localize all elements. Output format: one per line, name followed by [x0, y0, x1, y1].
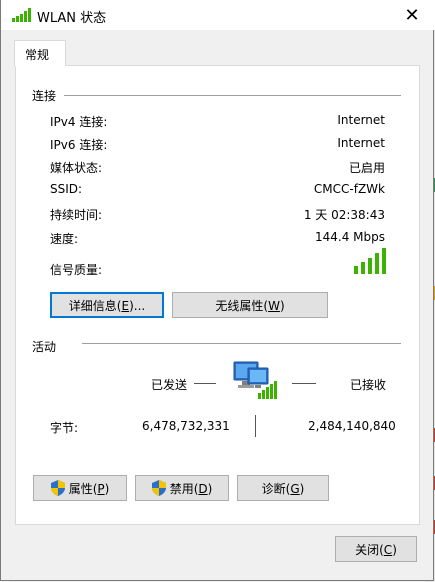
title-bar[interactable]: WLAN 状态 ✕: [1, 0, 435, 30]
sent-connector: [194, 383, 216, 384]
uac-shield-icon: [151, 480, 166, 496]
wlan-status-dialog: WLAN 状态 ✕ 常规 连接 IPv4 连接: Internet IPv6 连…: [0, 0, 435, 581]
duration-label: 持续时间:: [50, 208, 103, 222]
tab-general[interactable]: 常规: [14, 40, 66, 66]
received-label: 已接收: [350, 378, 387, 392]
received-connector: [292, 383, 316, 384]
signal-quality-label: 信号质量:: [50, 263, 103, 277]
sent-label: 已发送: [151, 378, 188, 392]
media-state-label: 媒体状态:: [50, 161, 103, 175]
signal-strength-icon: [354, 248, 386, 274]
properties-button[interactable]: 属性(P): [33, 475, 127, 501]
activity-divider: [82, 343, 401, 344]
uac-shield-icon: [50, 480, 65, 496]
details-button[interactable]: 详细信息(E)...: [50, 292, 164, 318]
duration-value: 1 天 02:38:43: [303, 208, 385, 222]
ssid-value: CMCC-fZWk: [313, 182, 385, 196]
details-button-label: 详细信息(E)...: [68, 298, 146, 313]
properties-button-label: 属性(P): [68, 481, 110, 496]
media-state-value: 已启用: [348, 161, 385, 175]
disable-button[interactable]: 禁用(D): [135, 475, 229, 501]
wireless-properties-button-label: 无线属性(W): [215, 298, 285, 313]
ipv6-value: Internet: [337, 136, 385, 150]
connection-divider: [64, 95, 401, 96]
connection-section-label: 连接: [32, 89, 57, 103]
speed-label: 速度:: [50, 232, 79, 246]
ssid-label: SSID:: [50, 182, 83, 196]
bytes-received-value: 2,484,140,840: [308, 419, 396, 433]
ipv4-label: IPv4 连接:: [50, 115, 108, 129]
diagnose-button[interactable]: 诊断(G): [237, 475, 329, 501]
window-title: WLAN 状态: [37, 11, 107, 26]
close-button-label: 关闭(C): [355, 542, 397, 557]
speed-value: 144.4 Mbps: [314, 230, 385, 244]
tab-label: 常规: [25, 48, 50, 62]
activity-section-label: 活动: [32, 340, 57, 354]
wireless-properties-button[interactable]: 无线属性(W): [172, 292, 328, 318]
wifi-signal-icon: [12, 8, 31, 22]
ipv6-label: IPv6 连接:: [50, 138, 108, 152]
bytes-separator: [255, 415, 256, 437]
diagnose-button-label: 诊断(G): [261, 481, 305, 496]
disable-button-label: 禁用(D): [169, 481, 213, 496]
network-computers-icon: [233, 361, 277, 399]
bytes-sent-value: 6,478,732,331: [142, 419, 230, 433]
close-button[interactable]: 关闭(C): [335, 536, 417, 562]
close-icon: ✕: [404, 4, 420, 26]
bytes-label: 字节:: [50, 421, 79, 435]
window-close-button[interactable]: ✕: [389, 0, 435, 30]
ipv4-value: Internet: [337, 113, 385, 127]
